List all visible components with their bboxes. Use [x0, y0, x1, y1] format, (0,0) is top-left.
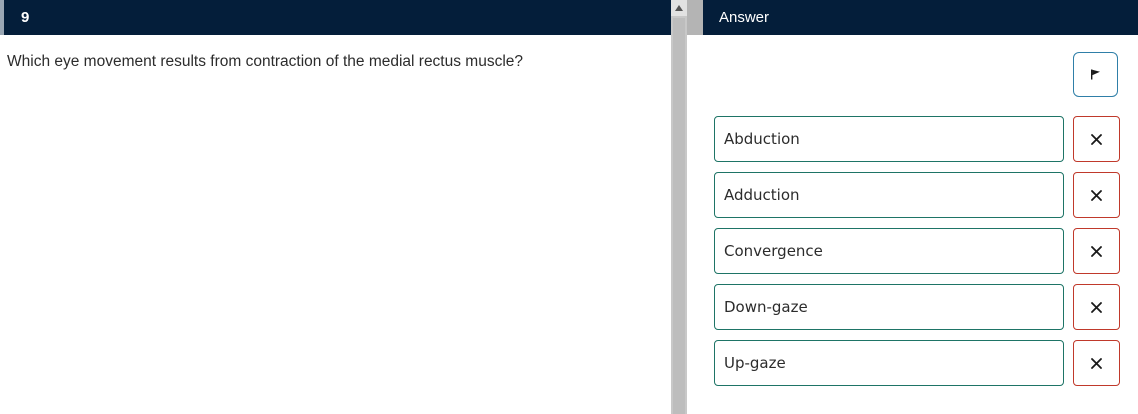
header-accent	[687, 0, 703, 35]
answer-title: Answer	[719, 9, 770, 26]
remove-option-button[interactable]	[1073, 172, 1120, 218]
remove-option-button[interactable]	[1073, 284, 1120, 330]
answer-option-label: Adduction	[724, 186, 800, 204]
answer-option[interactable]: Convergence	[714, 228, 1064, 274]
flag-icon	[1091, 69, 1100, 80]
answer-option[interactable]: Adduction	[714, 172, 1064, 218]
answer-header: Answer	[687, 0, 1138, 35]
close-icon	[1091, 357, 1102, 369]
vertical-scrollbar[interactable]	[671, 0, 687, 414]
remove-option-button[interactable]	[1073, 116, 1120, 162]
question-text: Which eye movement results from contract…	[7, 53, 524, 70]
answer-option[interactable]: Down-gaze	[714, 284, 1064, 330]
question-header: 9	[0, 0, 671, 35]
close-icon	[1091, 189, 1102, 201]
close-icon	[1091, 133, 1102, 145]
header-accent	[0, 0, 4, 35]
flag-button[interactable]	[1073, 52, 1118, 97]
question-number: 9	[21, 9, 30, 26]
answer-option-label: Abduction	[724, 130, 800, 148]
close-icon	[1091, 245, 1102, 257]
scrollbar-thumb[interactable]	[673, 18, 685, 414]
remove-option-button[interactable]	[1073, 228, 1120, 274]
answer-option-label: Up-gaze	[724, 354, 786, 372]
answer-option[interactable]: Abduction	[714, 116, 1064, 162]
answer-option-label: Down-gaze	[724, 298, 808, 316]
answer-option[interactable]: Up-gaze	[714, 340, 1064, 386]
close-icon	[1091, 301, 1102, 313]
answer-option-label: Convergence	[724, 242, 823, 260]
remove-option-button[interactable]	[1073, 340, 1120, 386]
scroll-up-icon[interactable]	[671, 0, 687, 16]
